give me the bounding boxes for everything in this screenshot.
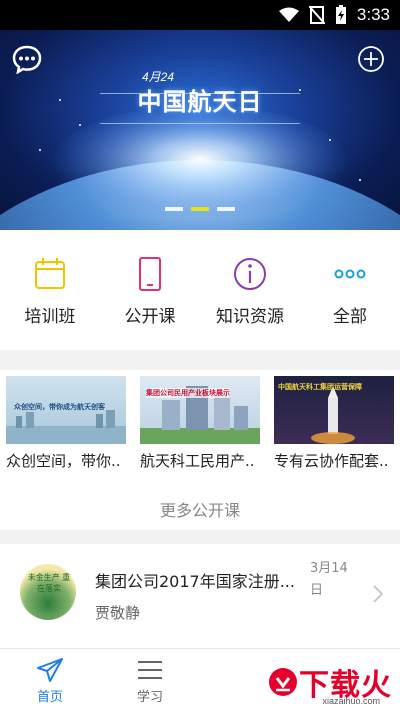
quick-item-training[interactable]: 培训班: [0, 230, 100, 350]
quick-menu: 培训班 公开课 知识资源 全部: [0, 230, 400, 350]
list-item-date: 3月14日: [310, 561, 348, 598]
banner-title: 中国航天日: [137, 88, 263, 116]
open-course-section: 众创空间，带你成为航天创客 众创空间，带你.. 集团公司民用产业板块展示 航天科…: [0, 370, 400, 530]
calendar-icon: [35, 258, 65, 289]
battery-charging-icon: [335, 5, 346, 24]
more-courses-link[interactable]: 更多公开课: [0, 497, 400, 521]
watermark-logo: 下载火 xiazaihuo.com: [267, 660, 392, 706]
quick-item-label: 公开课: [124, 307, 176, 327]
course-thumbnail: 集团公司民用产业板块展示: [140, 376, 260, 444]
tab-label: 学习: [136, 690, 163, 705]
download-logo-icon: [269, 668, 297, 696]
quick-item-all[interactable]: 全部: [300, 230, 400, 350]
more-dots-icon: [334, 269, 366, 279]
section-divider: [0, 350, 400, 370]
quick-item-label: 培训班: [24, 307, 76, 327]
carousel-dot-active[interactable]: [191, 207, 209, 211]
course-thumbnail: 众创空间，带你成为航天创客: [6, 376, 126, 444]
list-item-author: 贾敬静: [95, 604, 141, 622]
carousel-dot[interactable]: [217, 207, 235, 211]
status-bar: 3:33: [0, 0, 400, 30]
avatar-caption: 未金生产 重在落实: [27, 573, 71, 593]
thumbnail-caption: 集团公司民用产业板块展示: [146, 388, 230, 398]
quick-item-knowledge[interactable]: 知识资源: [200, 230, 300, 350]
menu-lines-icon: [138, 661, 162, 679]
list-item[interactable]: 未金生产 重在落实 集团公司2017年国家注册... 贾敬静 3月14日: [0, 544, 400, 648]
chat-bubble-icon[interactable]: [12, 44, 42, 74]
banner-divider: [100, 123, 300, 124]
list-item-title: 集团公司2017年国家注册...: [95, 572, 295, 591]
quick-item-label: 全部: [333, 307, 367, 327]
banner-carousel[interactable]: 4月24 中国航天日: [0, 30, 400, 230]
plus-circle-icon[interactable]: [356, 44, 386, 74]
quick-item-open-course[interactable]: 公开课: [100, 230, 200, 350]
quick-item-label: 知识资源: [216, 307, 284, 327]
course-card[interactable]: 集团公司民用产业板块展示 航天科工民用产..: [140, 376, 260, 471]
carousel-dot[interactable]: [165, 207, 183, 211]
thumbnail-caption: 中国航天科工集团运营保障: [278, 383, 362, 391]
course-title: 众创空间，带你..: [6, 452, 121, 470]
tab-label: 首页: [36, 690, 63, 705]
tab-home[interactable]: 首页: [0, 649, 100, 711]
section-divider: [0, 530, 400, 544]
chevron-right-icon: [373, 585, 384, 603]
course-title: 航天科工民用产..: [140, 452, 255, 470]
wifi-icon: [278, 7, 299, 22]
watermark-sub: xiazaihuo.com: [322, 696, 380, 706]
paper-plane-icon: [37, 658, 63, 682]
thumbnail-caption: 众创空间，带你成为航天创客: [14, 403, 105, 411]
clock: 3:33: [356, 5, 390, 24]
course-card[interactable]: 中国航天科工集团运营保障 专有云协作配套..: [274, 376, 394, 471]
earth-illustration: [0, 89, 400, 230]
tab-study[interactable]: 学习: [100, 649, 200, 711]
course-thumbnail: 中国航天科工集团运营保障: [274, 376, 394, 444]
course-card[interactable]: 众创空间，带你成为航天创客 众创空间，带你..: [6, 376, 126, 471]
info-icon: [234, 258, 266, 290]
course-title: 专有云协作配套..: [274, 452, 389, 470]
phone-icon: [139, 257, 161, 291]
no-sim-icon: [308, 6, 325, 24]
avatar: 未金生产 重在落实: [20, 564, 76, 620]
carousel-indicator: [0, 207, 400, 211]
